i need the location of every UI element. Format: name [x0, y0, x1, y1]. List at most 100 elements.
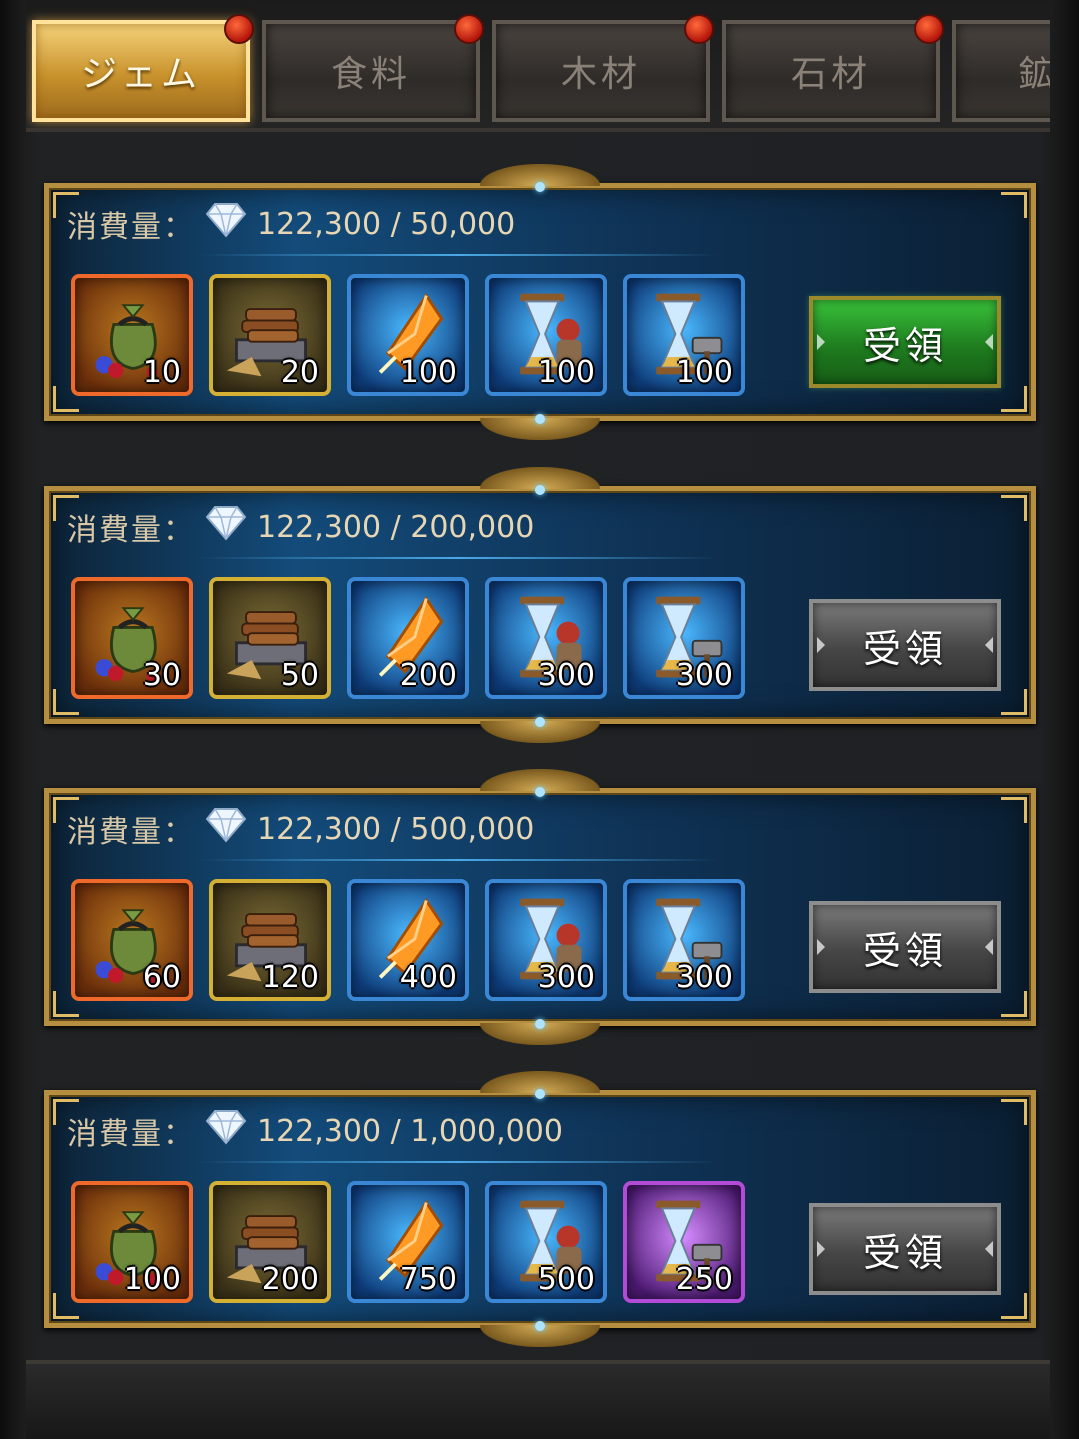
divider: [199, 557, 719, 559]
event-reward-screen: ジェム 食料 木材 石材 鉱 消費量：122,300 / 50,00010201…: [0, 0, 1079, 1439]
frame-gem-ornament: [535, 1321, 545, 1331]
reward-tier-card: 消費量： 122,300 / 500,000 60 120 400 300 300 受領: [44, 769, 1036, 1045]
reward-items: 10 20 100 100 100: [71, 274, 745, 396]
reward-item[interactable]: 200: [347, 577, 469, 699]
reward-tier-card: 消費量： 122,300 / 50,000 10 20 100 100 100 受領: [44, 164, 1036, 440]
claim-button-label: 受領: [862, 1230, 947, 1275]
frame-gem-ornament: [535, 787, 545, 797]
reward-item[interactable]: 120: [209, 879, 331, 1001]
reward-item[interactable]: 400: [347, 879, 469, 1001]
reward-item[interactable]: 750: [347, 1181, 469, 1303]
consumption-row: 消費量： 122,300 / 1,000,000: [67, 1109, 563, 1153]
reward-quantity: 100: [537, 355, 595, 390]
reward-item[interactable]: 20: [209, 274, 331, 396]
frame-corner-ornament: [1001, 1293, 1027, 1319]
consumption-progress: 122,300 / 50,000: [257, 206, 516, 242]
reward-tier-card: 消費量： 122,300 / 1,000,000 100 200 750 500 250 受領: [44, 1071, 1036, 1347]
consumption-label: 消費量：: [67, 210, 195, 245]
reward-quantity: 20: [280, 355, 319, 390]
reward-item[interactable]: 250: [623, 1181, 745, 1303]
tab-label: 木材: [560, 54, 641, 95]
notification-dot: [684, 14, 714, 44]
reward-quantity: 120: [261, 960, 319, 995]
consumption-label: 消費量：: [67, 815, 195, 850]
consumption-row: 消費量： 122,300 / 500,000: [67, 807, 534, 851]
tab-wood[interactable]: 木材: [492, 14, 714, 122]
tab-food[interactable]: 食料: [262, 14, 484, 122]
frame-corner-ornament: [1001, 991, 1027, 1017]
frame-corner-ornament: [1001, 689, 1027, 715]
reward-item[interactable]: 50: [209, 577, 331, 699]
divider: [199, 859, 719, 861]
reward-items: 60 120 400 300 300: [71, 879, 745, 1001]
reward-quantity: 300: [675, 960, 733, 995]
consumption-row: 消費量： 122,300 / 200,000: [67, 505, 534, 549]
reward-item[interactable]: 300: [485, 879, 607, 1001]
reward-item[interactable]: 300: [623, 577, 745, 699]
tab-ore[interactable]: 鉱: [952, 20, 1050, 122]
frame-gem-ornament: [535, 717, 545, 727]
notification-dot: [914, 14, 944, 44]
reward-items: 30 50 200 300 300: [71, 577, 745, 699]
frame-gem-ornament: [535, 1019, 545, 1029]
frame-corner-ornament: [1001, 1099, 1027, 1125]
tab-gem[interactable]: ジェム: [32, 14, 254, 122]
claim-button-label: 受領: [862, 323, 947, 368]
diamond-icon: [203, 805, 249, 853]
resource-tab-bar: ジェム 食料 木材 石材 鉱: [26, 0, 1050, 132]
reward-item[interactable]: 100: [71, 1181, 193, 1303]
notification-dot: [454, 14, 484, 44]
bottom-frame: [26, 1360, 1050, 1439]
reward-quantity: 300: [537, 658, 595, 693]
divider: [199, 254, 719, 256]
reward-quantity: 300: [675, 658, 733, 693]
divider: [199, 1161, 719, 1163]
consumption-progress: 122,300 / 1,000,000: [257, 1113, 563, 1149]
frame-corner-ornament: [1001, 495, 1027, 521]
reward-item[interactable]: 500: [485, 1181, 607, 1303]
reward-items: 100 200 750 500 250: [71, 1181, 745, 1303]
tab-label: 食料: [330, 54, 411, 95]
frame-corner-ornament: [1001, 386, 1027, 412]
frame-corner-ornament: [1001, 192, 1027, 218]
claim-button[interactable]: 受領: [809, 599, 1001, 691]
reward-quantity: 750: [399, 1262, 457, 1297]
notification-dot: [224, 14, 254, 44]
claim-button-label: 受領: [862, 928, 947, 973]
reward-item[interactable]: 200: [209, 1181, 331, 1303]
claim-button[interactable]: 受領: [809, 901, 1001, 993]
frame-gem-ornament: [535, 485, 545, 495]
claim-button[interactable]: 受領: [809, 296, 1001, 388]
tab-stone[interactable]: 石材: [722, 14, 944, 122]
reward-tier-card: 消費量： 122,300 / 200,000 30 50 200 300 300 受領: [44, 467, 1036, 743]
tab-label: 石材: [790, 54, 871, 95]
reward-quantity: 100: [675, 355, 733, 390]
tab-label: ジェム: [80, 54, 201, 95]
diamond-icon: [203, 503, 249, 551]
consumption-progress: 122,300 / 200,000: [257, 509, 535, 545]
diamond-icon: [203, 1107, 249, 1155]
consumption-label: 消費量：: [67, 1117, 195, 1152]
consumption-label: 消費量：: [67, 513, 195, 548]
reward-item[interactable]: 30: [71, 577, 193, 699]
reward-quantity: 30: [142, 658, 181, 693]
reward-item[interactable]: 60: [71, 879, 193, 1001]
reward-item[interactable]: 10: [71, 274, 193, 396]
reward-quantity: 100: [123, 1262, 181, 1297]
frame-corner-ornament: [1001, 797, 1027, 823]
diamond-icon: [203, 200, 249, 248]
reward-quantity: 200: [399, 658, 457, 693]
reward-item[interactable]: 100: [485, 274, 607, 396]
claim-button[interactable]: 受領: [809, 1203, 1001, 1295]
reward-quantity: 250: [675, 1262, 733, 1297]
reward-item[interactable]: 300: [485, 577, 607, 699]
reward-quantity: 500: [537, 1262, 595, 1297]
consumption-progress: 122,300 / 500,000: [257, 811, 535, 847]
reward-quantity: 300: [537, 960, 595, 995]
reward-quantity: 400: [399, 960, 457, 995]
reward-quantity: 100: [399, 355, 457, 390]
reward-item[interactable]: 100: [347, 274, 469, 396]
reward-quantity: 60: [142, 960, 181, 995]
reward-item[interactable]: 100: [623, 274, 745, 396]
reward-item[interactable]: 300: [623, 879, 745, 1001]
